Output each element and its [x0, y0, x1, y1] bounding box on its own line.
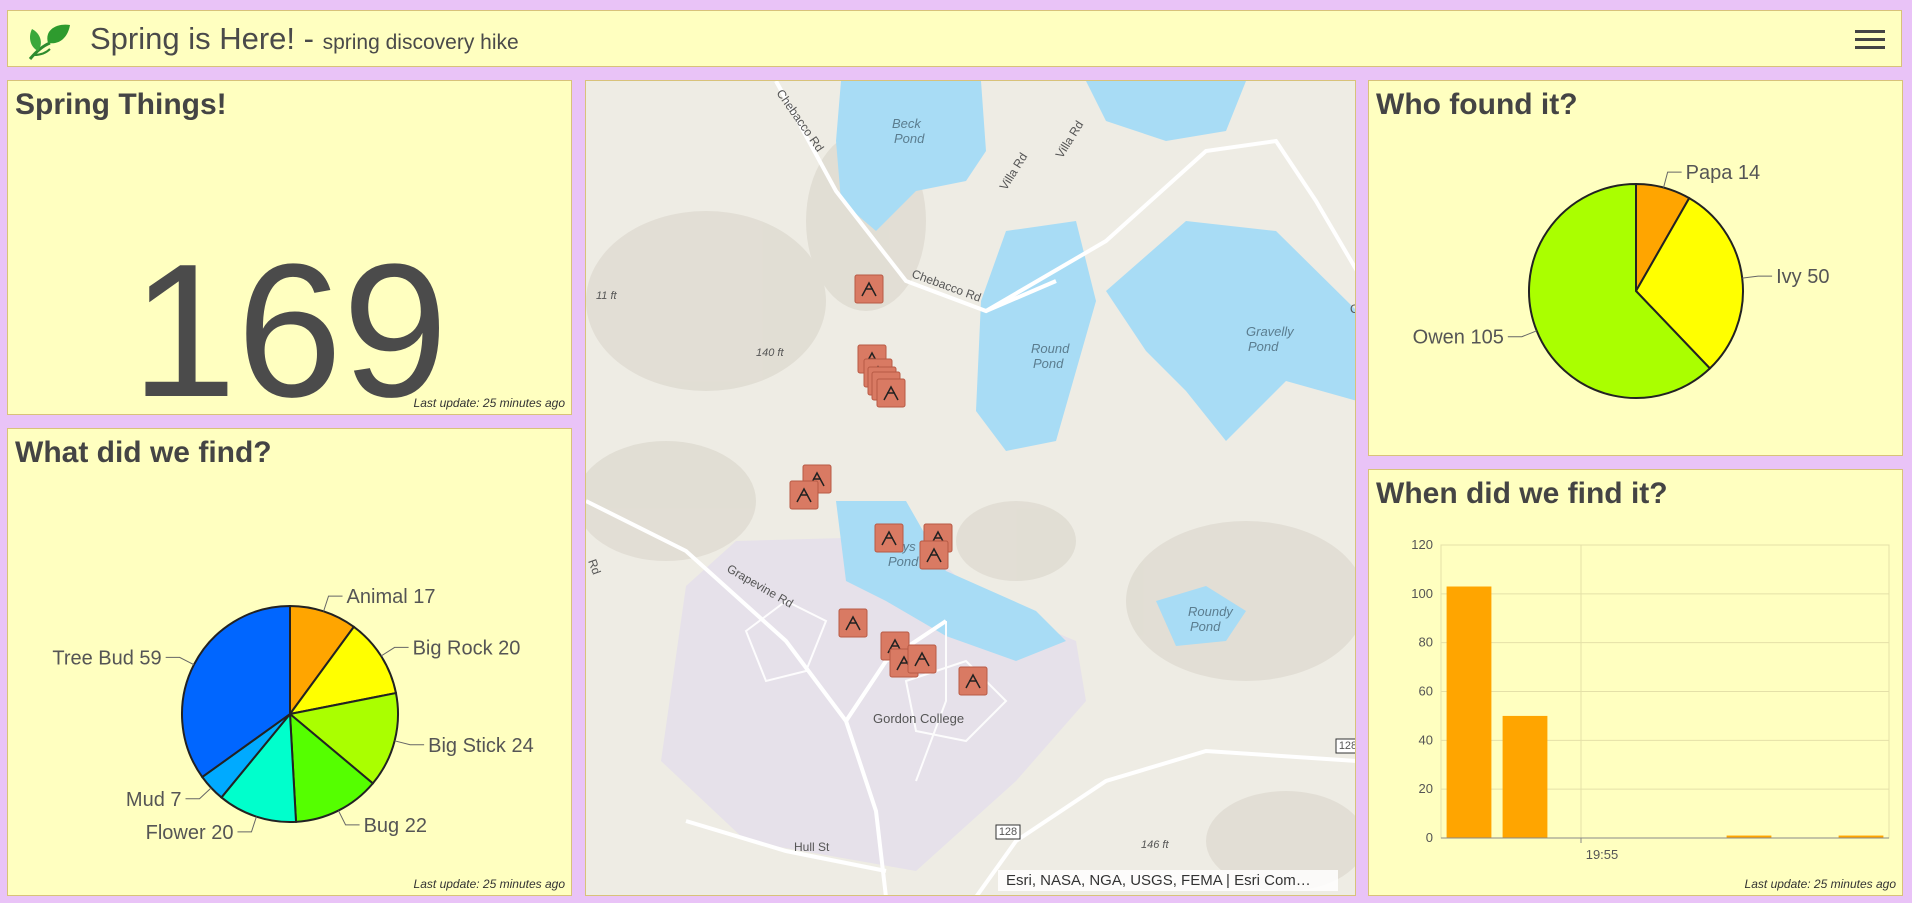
- map-attribution: Esri, NASA, NGA, USGS, FEMA | Esri Com…: [998, 870, 1338, 891]
- pie-leader-line: [185, 787, 212, 800]
- map-label: Gordon College: [873, 711, 964, 726]
- map-label: Pond: [1033, 356, 1064, 371]
- map-label: Pond: [888, 554, 919, 569]
- map-canvas[interactable]: Chebacco RdVilla RdVilla RdChebacco RdBe…: [586, 81, 1356, 896]
- pie-slice-label: Owen 105: [1413, 327, 1504, 349]
- animal-marker-icon[interactable]: [907, 644, 937, 674]
- map-label: Gravelly: [1246, 324, 1295, 339]
- y-tick-label: 20: [1419, 781, 1433, 796]
- last-update-text: Last update: 25 minutes ago: [413, 877, 565, 891]
- bar[interactable]: [1502, 715, 1548, 838]
- pie-leader-line: [380, 646, 409, 657]
- pie-leader-line: [1742, 275, 1773, 279]
- map-label: Roundy: [1188, 604, 1234, 619]
- map-label: Beck: [892, 116, 922, 131]
- panel-title: When did we find it?: [1376, 477, 1668, 510]
- indicator-value: 169: [130, 225, 448, 415]
- map-view[interactable]: Chebacco Rd Villa Rd Villa Rd Chebacco Rd Be…: [585, 80, 1356, 896]
- stick-marker-icon[interactable]: [838, 608, 868, 638]
- pie-leader-line: [237, 816, 257, 833]
- pie-slice-label: Big Stick 24: [428, 735, 534, 757]
- y-tick-label: 100: [1411, 586, 1433, 601]
- y-tick-label: 0: [1426, 830, 1433, 845]
- bar[interactable]: [1446, 586, 1492, 838]
- count-panel: Spring Things! 169 Last update: 25 minut…: [7, 80, 572, 415]
- pie-leader-line: [337, 810, 360, 826]
- map-label: C: [1350, 302, 1356, 316]
- person-chart-panel: Who found it? Papa 14 Ivy 50 Owen 105: [1368, 80, 1903, 456]
- map-label: Pond: [1248, 339, 1279, 354]
- map-label: Pond: [1190, 619, 1221, 634]
- x-tick-label: 19:55: [1586, 847, 1619, 862]
- animal-marker-icon[interactable]: [958, 666, 988, 696]
- rock-marker-icon[interactable]: [919, 540, 949, 570]
- y-tick-label: 120: [1411, 537, 1433, 552]
- map-label: 128: [1339, 740, 1356, 752]
- bud-marker-icon[interactable]: [876, 378, 906, 408]
- time-bar-chart[interactable]: 0 20 40 60 80 100 120 19:55: [1369, 515, 1903, 875]
- hamburger-menu-icon[interactable]: [1855, 25, 1885, 53]
- map-label: Pond: [894, 131, 925, 146]
- pie-leader-line: [1507, 330, 1537, 338]
- y-tick-label: 40: [1419, 732, 1433, 747]
- pie-leader-line: [394, 740, 425, 746]
- app-subtitle: spring discovery hike: [322, 31, 519, 54]
- pie-slice-label: Ivy 50: [1776, 266, 1829, 288]
- flower-marker-icon[interactable]: [789, 480, 819, 510]
- pie-slice-label: Tree Bud 59: [52, 647, 161, 669]
- pie-leader-line: [1663, 171, 1682, 188]
- stick-marker-icon[interactable]: [874, 523, 904, 553]
- y-tick-label: 60: [1419, 684, 1433, 699]
- pie-leader-line: [323, 595, 343, 612]
- last-update-text: Last update: 25 minutes ago: [413, 396, 565, 410]
- pie-slice-label: Bug 22: [364, 815, 427, 837]
- map-label: 11 ft: [596, 290, 618, 302]
- app-header: Spring is Here! - spring discovery hike: [7, 10, 1902, 67]
- pie-slice-label: Papa 14: [1686, 162, 1761, 184]
- pie-slice-label: Mud 7: [126, 789, 182, 811]
- last-update-text: Last update: 25 minutes ago: [1744, 877, 1896, 891]
- pie-slice-label: Animal 17: [347, 586, 436, 608]
- person-pie-chart[interactable]: Papa 14 Ivy 50 Owen 105: [1369, 131, 1903, 451]
- panel-title: What did we find?: [15, 436, 272, 469]
- category-chart-panel: What did we find? Animal 17 Big Rock 20 Bi…: [7, 428, 572, 896]
- leaf-logo-icon: [28, 24, 70, 60]
- app-title: Spring is Here! - spring discovery hike: [90, 21, 519, 57]
- app-title-text: Spring is Here!: [90, 21, 296, 56]
- panel-title: Spring Things!: [15, 88, 227, 121]
- pie-leader-line: [165, 656, 195, 666]
- category-pie-chart[interactable]: Animal 17 Big Rock 20 Big Stick 24 Bug 22 Fl…: [8, 469, 572, 869]
- panel-title: Who found it?: [1376, 88, 1578, 121]
- map-label: 128: [999, 826, 1017, 838]
- time-chart-panel: When did we find it? 0 20 40 60 80 100 120 19:5…: [1368, 469, 1903, 896]
- title-separator: -: [295, 21, 323, 56]
- pie-slice-label: Flower 20: [146, 822, 234, 844]
- pie-slice-label: Big Rock 20: [413, 637, 521, 659]
- map-label: 146 ft: [1141, 839, 1169, 851]
- map-label: Round: [1031, 341, 1070, 356]
- y-tick-label: 80: [1419, 635, 1433, 650]
- map-label: Hull St: [794, 840, 830, 854]
- animal-marker-icon[interactable]: [854, 274, 884, 304]
- map-label: 140 ft: [756, 347, 784, 359]
